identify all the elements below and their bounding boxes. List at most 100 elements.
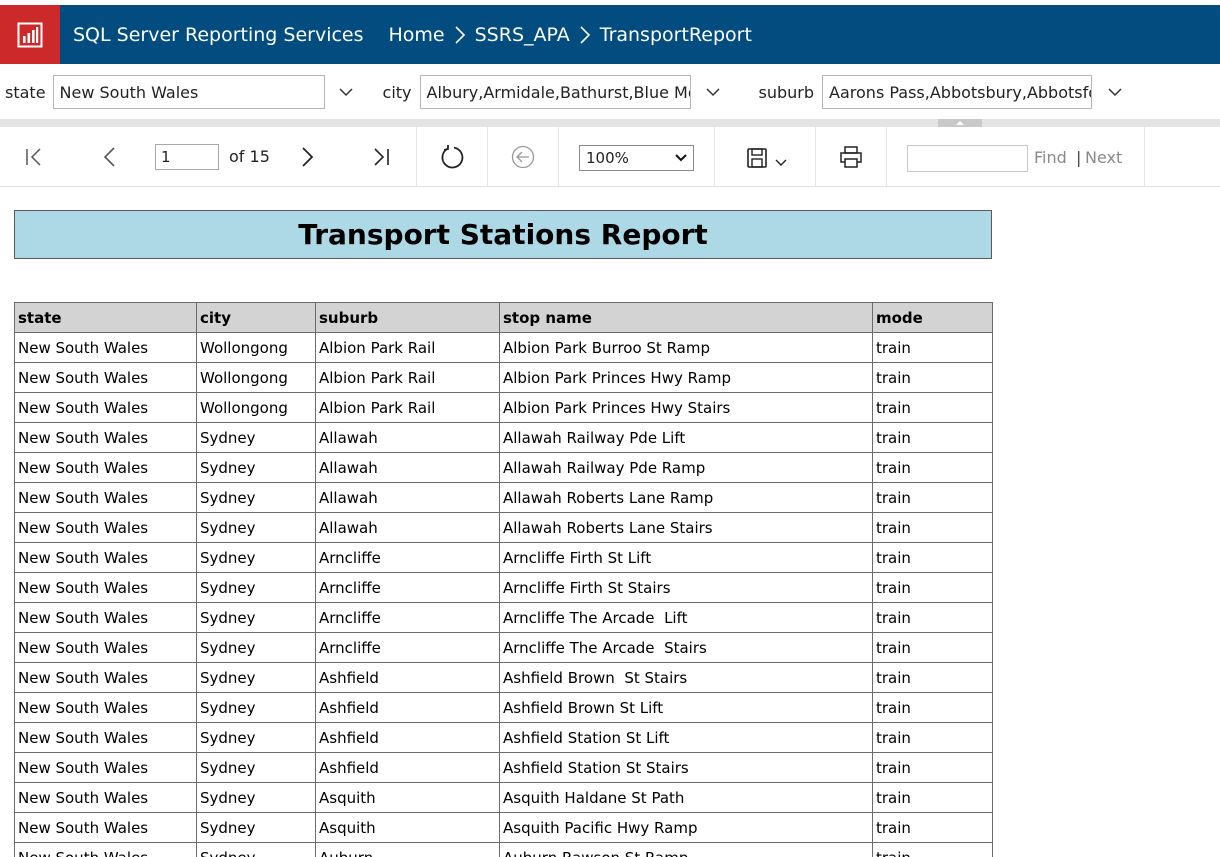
stop-name-cell: Albion Park Burroo St Ramp <box>499 332 873 363</box>
chevron-right-icon <box>579 25 591 45</box>
state-cell: New South Wales <box>14 842 197 857</box>
suburb-cell: Arncliffe <box>315 542 500 573</box>
export-save-button[interactable] <box>740 145 792 171</box>
stop-name-cell: Ashfield Station St Stairs <box>499 752 873 783</box>
mode-cell: train <box>872 782 993 813</box>
mode-cell: train <box>872 722 993 753</box>
suburb-cell: Auburn <box>315 842 500 857</box>
city-dropdown-chevron-icon[interactable] <box>700 79 726 105</box>
suburb-cell: Ashfield <box>315 692 500 723</box>
suburb-cell: Asquith <box>315 812 500 843</box>
stop-name-cell: Arncliffe The Arcade Stairs <box>499 632 873 663</box>
city-cell: Sydney <box>196 572 316 603</box>
mode-cell: train <box>872 452 993 483</box>
suburb-cell: Ashfield <box>315 752 500 783</box>
suburb-cell: Arncliffe <box>315 602 500 633</box>
suburb-cell: Albion Park Rail <box>315 392 500 423</box>
state-cell: New South Wales <box>14 542 197 573</box>
city-cell: Sydney <box>196 662 316 693</box>
mode-cell: train <box>872 752 993 783</box>
table-row: New South Wales Wollongong Albion Park Rai… <box>14 362 993 393</box>
stop-name-cell: Asquith Pacific Hwy Ramp <box>499 812 873 843</box>
state-cell: New South Wales <box>14 392 197 423</box>
breadcrumb: Home SSRS_APA TransportReport <box>389 24 752 46</box>
suburb-cell: Arncliffe <box>315 572 500 603</box>
find-input[interactable] <box>907 145 1028 172</box>
first-page-icon[interactable] <box>22 145 46 169</box>
mode-cell: train <box>872 482 993 513</box>
find-button[interactable]: Find <box>1034 148 1067 167</box>
column-header-city: city <box>196 302 316 333</box>
find-divider: | <box>1076 148 1082 167</box>
suburb-cell: Allawah <box>315 512 500 543</box>
mode-cell: train <box>872 422 993 453</box>
mode-cell: train <box>872 362 993 393</box>
mode-cell: train <box>872 632 993 663</box>
city-cell: Sydney <box>196 542 316 573</box>
zoom-select[interactable]: 100% <box>579 145 694 171</box>
table-row: New South Wales Sydney Asquith Asquith Hald… <box>14 782 993 813</box>
parameter-splitter[interactable] <box>0 119 1220 127</box>
suburb-param-field[interactable]: Aarons Pass,Abbotsbury,Abbotsforc <box>822 75 1093 109</box>
collapse-params-handle[interactable] <box>938 119 982 127</box>
mode-cell: train <box>872 542 993 573</box>
refresh-icon[interactable] <box>438 143 466 171</box>
app-title[interactable]: SQL Server Reporting Services <box>73 24 364 46</box>
state-param-field[interactable]: New South Wales <box>52 75 325 109</box>
chevron-down-icon <box>775 159 787 167</box>
state-cell: New South Wales <box>14 812 197 843</box>
city-cell: Sydney <box>196 782 316 813</box>
state-param-label: state <box>5 82 46 102</box>
city-cell: Sydney <box>196 482 316 513</box>
suburb-dropdown-chevron-icon[interactable] <box>1102 79 1128 105</box>
table-row: New South Wales Wollongong Albion Park Rai… <box>14 392 993 423</box>
city-param-field[interactable]: Albury,Armidale,Bathurst,Blue Moui <box>419 75 691 109</box>
state-dropdown-chevron-icon[interactable] <box>333 79 359 105</box>
state-cell: New South Wales <box>14 572 197 603</box>
prev-page-icon[interactable] <box>98 145 122 169</box>
mode-cell: train <box>872 512 993 543</box>
breadcrumb-folder[interactable]: SSRS_APA <box>475 24 570 46</box>
toolbar-divider <box>1144 127 1145 186</box>
table-row: New South Wales Sydney Ashfield Ashfield Br… <box>14 692 993 723</box>
print-icon[interactable] <box>838 144 864 170</box>
state-cell: New South Wales <box>14 422 197 453</box>
zoom-value: 100% <box>586 149 629 167</box>
mode-cell: train <box>872 842 993 857</box>
stop-name-cell: Arncliffe Firth St Stairs <box>499 572 873 603</box>
column-header-stop-name: stop name <box>499 302 873 333</box>
stop-name-cell: Arncliffe The Arcade Lift <box>499 602 873 633</box>
next-page-icon[interactable] <box>295 145 319 169</box>
table-header-row: state city suburb stop name mode <box>14 302 993 333</box>
stop-name-cell: Asquith Haldane St Path <box>499 782 873 813</box>
city-cell: Wollongong <box>196 332 316 363</box>
page-count: of 15 <box>229 147 270 166</box>
state-cell: New South Wales <box>14 692 197 723</box>
report-title: Transport Stations Report <box>14 210 992 259</box>
suburb-cell: Allawah <box>315 482 500 513</box>
back-to-parent-icon[interactable] <box>510 144 536 170</box>
city-param-label: city <box>382 82 412 102</box>
breadcrumb-home[interactable]: Home <box>389 24 445 46</box>
ssrs-logo-icon[interactable] <box>0 5 60 64</box>
state-cell: New South Wales <box>14 632 197 663</box>
city-cell: Sydney <box>196 512 316 543</box>
city-cell: Sydney <box>196 632 316 663</box>
page-number-input[interactable]: 1 <box>155 144 219 170</box>
state-cell: New South Wales <box>14 722 197 753</box>
toolbar-divider <box>487 127 488 186</box>
report-table: state city suburb stop name mode New Sou… <box>14 302 993 857</box>
stop-name-cell: Ashfield Brown St Stairs <box>499 662 873 693</box>
city-cell: Wollongong <box>196 392 316 423</box>
toolbar-divider <box>815 127 816 186</box>
mode-cell: train <box>872 332 993 363</box>
table-row: New South Wales Sydney Ashfield Ashfield Br… <box>14 662 993 693</box>
suburb-cell: Albion Park Rail <box>315 332 500 363</box>
mode-cell: train <box>872 392 993 423</box>
suburb-cell: Ashfield <box>315 722 500 753</box>
last-page-icon[interactable] <box>369 145 393 169</box>
stop-name-cell: Allawah Roberts Lane Stairs <box>499 512 873 543</box>
find-next-button[interactable]: Next <box>1085 148 1122 167</box>
stop-name-cell: Allawah Roberts Lane Ramp <box>499 482 873 513</box>
save-icon <box>745 146 769 170</box>
